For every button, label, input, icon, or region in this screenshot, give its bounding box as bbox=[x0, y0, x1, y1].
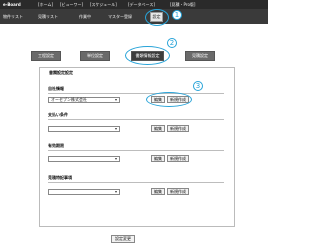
callout-ring-settings bbox=[145, 9, 169, 26]
section-label-validity-period: 有効期限 bbox=[48, 143, 64, 148]
section-divider bbox=[48, 150, 224, 151]
callout-number-3: 3 bbox=[193, 81, 203, 91]
subnav-estimate-list[interactable]: 見積リスト bbox=[38, 13, 58, 21]
nav-database[interactable]: [データベース] bbox=[128, 0, 155, 9]
callout-number-1: 1 bbox=[172, 10, 182, 20]
company-info-select-value: オーセブン株式会社 bbox=[51, 97, 87, 102]
payment-terms-edit-button[interactable]: 編集 bbox=[151, 125, 165, 132]
section-label-payment-terms: 支払い条件 bbox=[48, 112, 68, 117]
validity-period-select[interactable]: ▾ bbox=[48, 156, 120, 162]
nav-estimate-pro[interactable]: [見積・Pro版] bbox=[170, 0, 195, 9]
page-title: 書類設定設定 bbox=[49, 70, 73, 75]
chevron-down-icon: ▾ bbox=[114, 126, 117, 131]
callout-ring-document-tab bbox=[125, 46, 170, 65]
chevron-down-icon: ▾ bbox=[114, 189, 117, 194]
nav-home[interactable]: [ホーム] bbox=[38, 0, 53, 9]
nav-viewer[interactable]: [ビューワー] bbox=[60, 0, 83, 9]
save-settings-button[interactable]: 設定変更 bbox=[111, 235, 135, 243]
estimate-notes-edit-button[interactable]: 編集 bbox=[151, 188, 165, 195]
section-label-estimate-notes: 見積特記事項 bbox=[48, 175, 72, 180]
validity-period-edit-button[interactable]: 編集 bbox=[151, 155, 165, 162]
subnav-in-progress[interactable]: 作業中 bbox=[79, 13, 91, 21]
tab-unit-settings[interactable]: 単位設定 bbox=[80, 51, 110, 61]
payment-terms-select[interactable]: ▾ bbox=[48, 126, 120, 132]
chevron-down-icon: ▾ bbox=[114, 156, 117, 161]
tab-estimate-settings[interactable]: 見積設定 bbox=[185, 51, 215, 61]
tab-process-settings[interactable]: 工程設定 bbox=[31, 51, 61, 61]
sub-nav-bar: 物件リスト 見積リスト 作業中 マスター登録 bbox=[0, 9, 268, 24]
nav-schedule[interactable]: [スケジュール] bbox=[90, 0, 117, 9]
callout-number-2: 2 bbox=[167, 38, 177, 48]
app-logo: e-Board bbox=[3, 2, 21, 7]
top-nav-bar: e-Board [ホーム] [ビューワー] [スケジュール] [データベース] … bbox=[0, 0, 268, 9]
estimate-notes-select[interactable]: ▾ bbox=[48, 189, 120, 195]
subnav-property-list[interactable]: 物件リスト bbox=[3, 13, 23, 21]
validity-period-new-button[interactable]: 新規作成 bbox=[167, 155, 189, 162]
callout-ring-edit-buttons bbox=[146, 92, 192, 107]
chevron-down-icon: ▾ bbox=[114, 97, 117, 102]
section-divider bbox=[48, 119, 224, 120]
subnav-master-register[interactable]: マスター登録 bbox=[108, 13, 132, 21]
payment-terms-new-button[interactable]: 新規作成 bbox=[167, 125, 189, 132]
section-label-company-info: 自社情報 bbox=[48, 86, 64, 91]
estimate-notes-new-button[interactable]: 新規作成 bbox=[167, 188, 189, 195]
section-divider bbox=[48, 182, 224, 183]
company-info-select[interactable]: オーセブン株式会社 ▾ bbox=[48, 97, 120, 103]
document-settings-panel bbox=[39, 67, 235, 227]
section-divider bbox=[48, 93, 224, 94]
